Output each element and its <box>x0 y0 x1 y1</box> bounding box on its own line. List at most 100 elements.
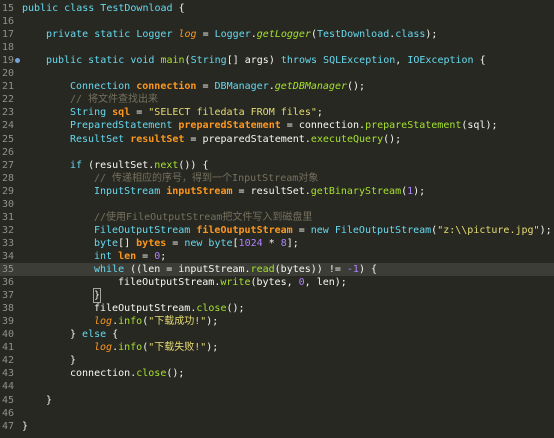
code-line[interactable]: 22 // 将文件查找出来 <box>0 93 554 106</box>
code-token: getDBManager <box>274 81 347 93</box>
code-token: new <box>184 237 203 249</box>
code-line[interactable]: 18 <box>0 41 554 54</box>
code-line[interactable]: 20 <box>0 67 554 80</box>
code-token: ); <box>206 342 219 354</box>
code-token: (bytes, <box>250 277 299 289</box>
code-token: connection <box>136 81 197 93</box>
code-line[interactable]: 31 //使用FileOutputStream把文件写入到磁盘里 <box>0 211 554 224</box>
line-number: 47 <box>1 420 14 432</box>
code-token: write <box>220 277 251 289</box>
code-token: throws <box>280 55 318 67</box>
code-token: ); <box>539 224 552 236</box>
code-text: log.info("下载失败!"); <box>94 341 218 354</box>
code-line[interactable]: 28 // 传递相应的序号，得到一个InputStream对象 <box>0 172 554 185</box>
code-line[interactable]: 45} <box>0 394 554 407</box>
code-line[interactable]: 23 String sql = "SELECT filedata FROM fil… <box>0 106 554 119</box>
code-token: String <box>190 55 227 67</box>
code-line[interactable]: 36 fileOutputStream.write(bytes, 0, len); <box>0 276 554 289</box>
code-line[interactable]: 21 Connection connection = DBManager.getD… <box>0 80 554 93</box>
code-line[interactable]: 46 <box>0 407 554 420</box>
code-line[interactable]: 41 log.info("下载失败!"); <box>0 341 554 354</box>
code-text: connection.close(); <box>70 367 184 380</box>
code-token: { <box>473 55 486 67</box>
code-token: = <box>196 81 215 93</box>
code-token: = <box>232 185 251 197</box>
code-token: static <box>88 55 125 67</box>
line-number: 26 <box>1 146 14 158</box>
code-token: read <box>250 264 275 275</box>
code-text: FileOutputStream fileOutputStream = new … <box>94 224 552 237</box>
code-token: resultSet <box>130 133 185 145</box>
code-line[interactable]: 43 connection.close(); <box>0 367 554 380</box>
code-line[interactable]: 25 ResultSet resultSet = preparedStatemen… <box>0 133 554 146</box>
code-token: preparedStatement <box>178 120 281 132</box>
code-text: public static void main(String[] args) t… <box>46 54 486 67</box>
code-token: int <box>94 250 113 262</box>
code-editor[interactable]: 15 public class TestDownload {16 17 private… <box>0 0 554 438</box>
code-line[interactable]: 29 InputStream inputStream = resultSet.ge… <box>0 185 554 198</box>
code-token: (); <box>226 303 245 315</box>
code-line[interactable]: 37} <box>0 288 554 304</box>
code-line[interactable]: 47} <box>0 420 554 433</box>
code-token: // 将文件查找出来 <box>70 94 159 106</box>
code-line[interactable]: 30 <box>0 198 554 211</box>
code-token: (resultSet. <box>82 159 155 171</box>
line-number: 30 <box>1 198 14 210</box>
code-line[interactable]: 40} else { <box>0 328 554 341</box>
code-line[interactable]: 39 log.info("下载成功!"); <box>0 315 554 328</box>
line-number: 35 <box>1 264 14 275</box>
code-token: (); <box>347 81 366 93</box>
code-token: resultSet <box>250 185 305 197</box>
code-line[interactable]: 34 int len = 0; <box>0 250 554 263</box>
line-number: 20 <box>1 68 14 80</box>
line-number: 46 <box>1 407 14 419</box>
line-number: 25 <box>1 133 14 145</box>
code-token: public <box>46 55 83 67</box>
line-number: 16 <box>1 16 14 28</box>
code-line[interactable]: 16 <box>0 15 554 28</box>
code-text: int len = 0; <box>94 250 166 263</box>
code-token: } <box>70 329 83 341</box>
line-number: 39 <box>1 316 14 328</box>
code-line[interactable]: 35 while ((len = inputStream.read(bytes))… <box>0 263 554 276</box>
code-token: -1 <box>346 264 359 275</box>
code-line[interactable]: 32 FileOutputStream fileOutputStream = ne… <box>0 224 554 237</box>
code-token: 1024 <box>238 237 263 249</box>
line-number: 29 <box>1 185 14 197</box>
code-line[interactable]: 24 PreparedStatement preparedStatement = … <box>0 119 554 132</box>
code-text: } <box>92 288 102 304</box>
code-text: fileOutputStream.close(); <box>94 302 245 315</box>
code-text: byte[] bytes = new byte[1024 * 8]; <box>94 237 299 250</box>
code-line[interactable]: 38 fileOutputStream.close(); <box>0 302 554 315</box>
code-token: (sql); <box>461 120 498 132</box>
line-number: 17 <box>1 29 14 41</box>
code-line[interactable]: 33 byte[] bytes = new byte[1024 * 8]; <box>0 237 554 250</box>
line-number: 44 <box>1 381 14 393</box>
line-number: 40 <box>1 329 14 341</box>
code-token: ; <box>316 107 323 119</box>
line-number: 21 <box>1 81 14 93</box>
code-token: if <box>70 159 83 171</box>
code-line[interactable]: 15 public class TestDownload { <box>0 2 554 15</box>
code-token: [] <box>118 237 137 249</box>
code-token: = <box>280 120 299 132</box>
code-line[interactable]: 19 public static void main(String[] args)… <box>0 54 554 67</box>
code-token: fileOutputStream <box>94 303 191 315</box>
code-text: // 将文件查找出来 <box>70 93 158 106</box>
code-line[interactable]: 27 if (resultSet.next()) { <box>0 159 554 172</box>
code-token: DBManager <box>214 81 269 93</box>
code-token: log <box>94 316 113 328</box>
code-token: executeQuery <box>310 133 384 145</box>
line-number: 32 <box>1 224 14 236</box>
code-text: Connection connection = DBManager.getDBM… <box>70 80 365 93</box>
code-line[interactable]: 44 <box>0 380 554 393</box>
code-text: if (resultSet.next()) { <box>70 159 209 172</box>
code-text: log.info("下载成功!"); <box>94 315 218 328</box>
fold-marker-icon[interactable] <box>15 58 20 64</box>
code-line[interactable]: 42} <box>0 354 554 367</box>
code-line[interactable]: 17 private static Logger log = Logger.get… <box>0 28 554 41</box>
code-token: next <box>154 159 179 171</box>
line-number: 15 <box>1 3 14 14</box>
code-line[interactable]: 26 <box>0 146 554 159</box>
code-token: ) { <box>358 264 378 275</box>
